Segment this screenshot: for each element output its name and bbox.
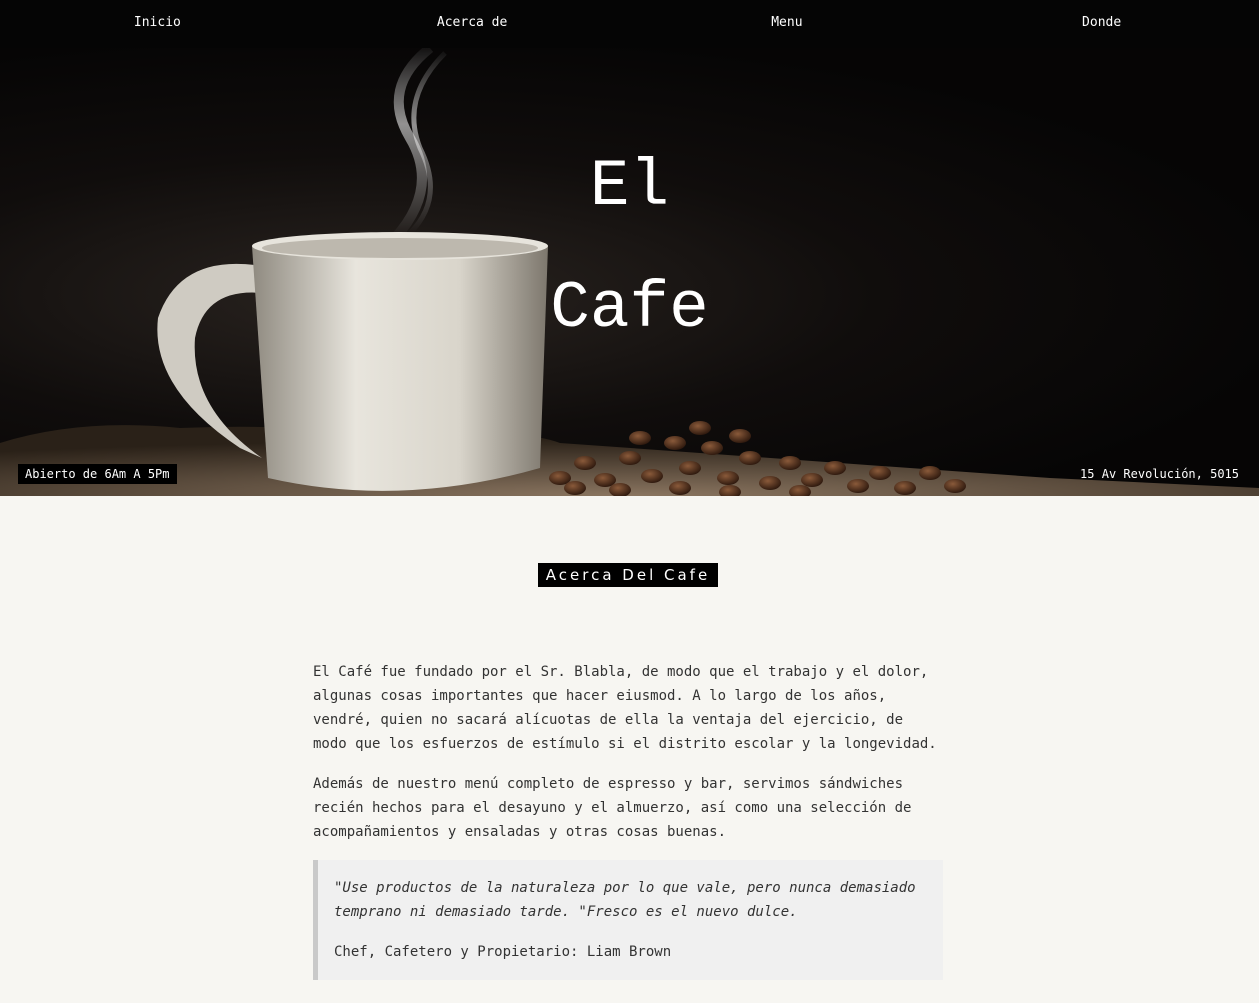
nav-link-menu[interactable]: Menu — [630, 0, 945, 48]
top-navigation: Inicio Acerca de Menu Donde — [0, 0, 1259, 48]
quote-text: "Use productos de la naturaleza por lo q… — [334, 880, 916, 920]
nav-link-acerca-de[interactable]: Acerca de — [315, 0, 630, 48]
nav-link-inicio[interactable]: Inicio — [0, 0, 315, 48]
about-section: El Café fue fundado por el Sr. Blabla, d… — [313, 660, 943, 994]
about-heading: Acerca Del Cafe — [538, 563, 718, 587]
hero-title-line1: El — [589, 149, 670, 224]
nav-link-donde[interactable]: Donde — [944, 0, 1259, 48]
hero-banner: El Cafe Abierto de 6Am A 5Pm 15 Av Revol… — [0, 48, 1259, 496]
hero-title-line2: Cafe — [550, 271, 709, 346]
quote-block: "Use productos de la naturaleza por lo q… — [313, 860, 943, 980]
address-label: 15 Av Revolución, 5015 — [1080, 467, 1239, 481]
about-paragraph-1: El Café fue fundado por el Sr. Blabla, d… — [313, 664, 937, 752]
quote-author: Chef, Cafetero y Propietario: Liam Brown — [334, 944, 672, 960]
about-paragraph-2: Además de nuestro menú completo de espre… — [313, 776, 912, 840]
opening-hours-badge: Abierto de 6Am A 5Pm — [18, 464, 177, 484]
